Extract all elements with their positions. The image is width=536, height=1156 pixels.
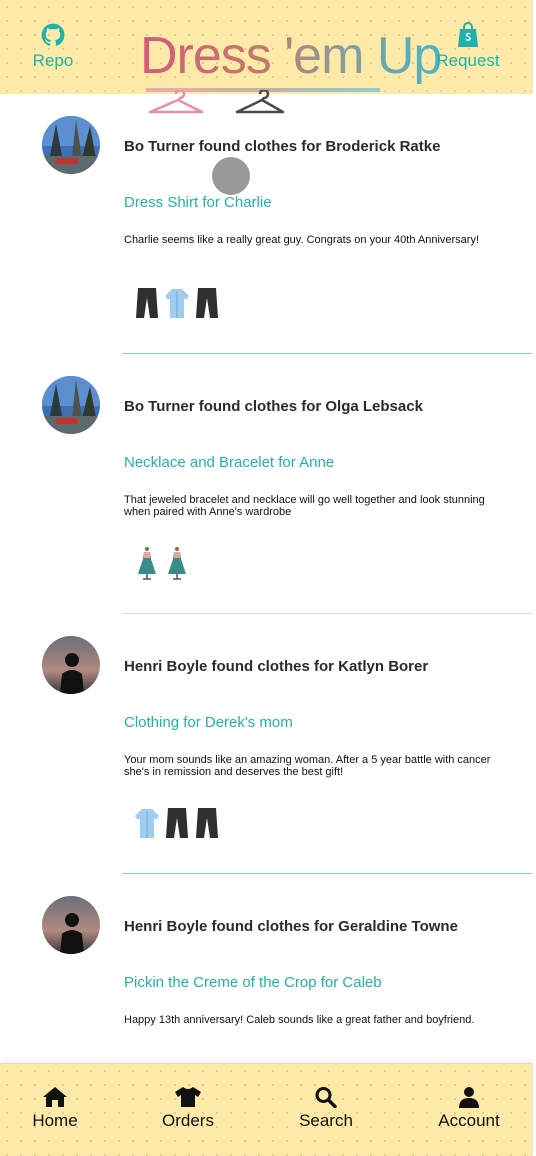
feed-post: Bo Turner found clothes for Broderick Ra… (0, 94, 536, 354)
post-message: That jeweled bracelet and necklace will … (124, 494, 485, 518)
nav-account[interactable]: Account (436, 1086, 502, 1131)
repo-link[interactable]: Repo (30, 22, 76, 71)
pants-icon[interactable] (134, 286, 160, 320)
post-message: Happy 13th anniversary! Caleb sounds lik… (124, 1014, 475, 1026)
request-link[interactable]: Necklace and Bracelet for Anne (124, 454, 334, 471)
avatar[interactable] (42, 636, 100, 694)
home-icon (43, 1087, 67, 1107)
bottom-nav: Home Orders Search Account (0, 1063, 533, 1156)
request-link[interactable]: Pickin the Creme of the Crop for Caleb (124, 974, 382, 991)
landscape-avatar-image (42, 116, 100, 174)
request-link[interactable]: Dress Shirt for Charlie (124, 194, 272, 211)
app-page: Repo Dress 'em Up Request Bo Turner foun… (0, 0, 536, 1156)
nav-orders[interactable]: Orders (160, 1086, 216, 1131)
request-link[interactable]: Request (434, 22, 502, 71)
repo-label: Repo (32, 51, 74, 70)
pants-icon[interactable] (164, 806, 190, 840)
post-title: Bo Turner found clothes for Olga Lebsack (124, 398, 423, 415)
nav-home[interactable]: Home (30, 1086, 80, 1131)
post-message: Charlie seems like a really great guy. C… (124, 234, 480, 246)
shirt-icon[interactable] (134, 806, 160, 840)
post-message: Your mom sounds like an amazing woman. A… (124, 754, 491, 778)
item-list (134, 546, 190, 580)
pants-icon[interactable] (194, 806, 220, 840)
silhouette-avatar-image (42, 636, 100, 694)
shopping-bag-icon (458, 22, 478, 47)
dress-icon[interactable] (134, 546, 160, 580)
logo-text: Dress 'em Up (140, 27, 442, 85)
avatar[interactable] (42, 896, 100, 954)
landscape-avatar-image (42, 376, 100, 434)
dress-icon[interactable] (164, 546, 190, 580)
search-icon (315, 1087, 337, 1108)
shirt-icon[interactable] (164, 286, 190, 320)
post-title: Henri Boyle found clothes for Katlyn Bor… (124, 658, 429, 675)
post-title: Bo Turner found clothes for Broderick Ra… (124, 138, 441, 155)
nav-search[interactable]: Search (296, 1086, 356, 1131)
nav-search-label: Search (299, 1111, 353, 1130)
nav-home-label: Home (32, 1111, 78, 1130)
request-link[interactable]: Clothing for Derek's mom (124, 714, 293, 731)
github-icon (41, 23, 65, 46)
touch-indicator (212, 157, 250, 195)
nav-orders-label: Orders (162, 1111, 214, 1130)
item-list (134, 286, 220, 320)
top-header: Repo Dress 'em Up Request (0, 0, 533, 114)
tshirt-icon (175, 1087, 201, 1107)
pants-icon[interactable] (194, 286, 220, 320)
post-title: Henri Boyle found clothes for Geraldine … (124, 918, 458, 935)
avatar[interactable] (42, 376, 100, 434)
feed-list: Bo Turner found clothes for Broderick Ra… (0, 94, 536, 1134)
request-label: Request (436, 51, 500, 70)
avatar[interactable] (42, 116, 100, 174)
nav-account-label: Account (438, 1111, 500, 1130)
feed-post: Henri Boyle found clothes for Katlyn Bor… (0, 614, 536, 874)
feed-post: Bo Turner found clothes for Olga Lebsack… (0, 354, 536, 614)
item-list (134, 806, 220, 840)
user-icon (459, 1087, 479, 1108)
silhouette-avatar-image (42, 896, 100, 954)
